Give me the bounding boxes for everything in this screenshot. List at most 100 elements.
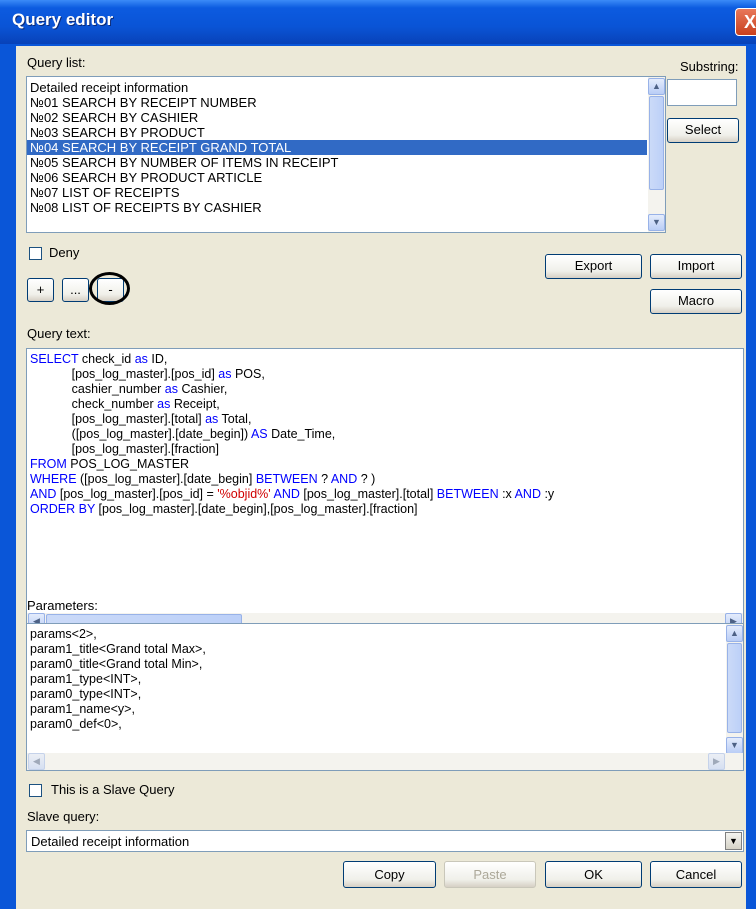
sql-text: check_number [30,397,158,411]
sql-keyword: as [134,352,148,366]
sql-keyword: WHERE [30,472,77,486]
query-list-item[interactable]: №05 SEARCH BY NUMBER OF ITEMS IN RECEIPT [27,155,647,170]
query-text-line: SELECT check_id as ID, [27,352,554,367]
sql-text: Total, [218,412,252,426]
dialog-body: Query list: Detailed receipt information… [16,46,746,909]
scroll-down-icon[interactable]: ▼ [726,737,743,754]
query-text-label: Query text: [27,326,91,341]
sql-keyword: as [157,397,171,411]
sql-text: [pos_log_master].[date_begin],[pos_log_m… [95,502,418,516]
query-editor-window: Query editor X Query list: Detailed rece… [0,0,756,909]
sql-keyword: AND [330,472,358,486]
scroll-up-icon[interactable]: ▲ [726,625,743,642]
query-list-label: Query list: [27,55,86,70]
slave-query-select[interactable]: Detailed receipt information ▼ [26,830,744,852]
query-list-item[interactable]: Detailed receipt information [27,80,647,95]
parameters-vscrollbar[interactable]: ▲ ▼ [726,624,743,755]
window-title: Query editor [12,10,114,29]
sql-keyword: AND [273,487,300,501]
parameter-line: param1_name<y>, [30,702,135,716]
sql-keyword: as [205,412,219,426]
parameter-line: param0_type<INT>, [30,687,142,701]
sql-keyword: BETWEEN [436,487,499,501]
sql-keyword: AND [514,487,541,501]
sql-keyword: as [164,382,178,396]
query-text-line: check_number as Receipt, [27,397,554,412]
scroll-thumb[interactable] [649,96,664,190]
query-list[interactable]: Detailed receipt information №01 SEARCH B… [26,76,666,233]
close-button[interactable]: X [735,8,756,36]
query-text-line: AND [pos_log_master].[pos_id] = '%objid%… [27,487,554,502]
edit-query-button[interactable]: ... [62,278,89,302]
sql-text: :y [540,487,555,501]
sql-text: POS, [231,367,265,381]
sql-keyword: as [218,367,232,381]
deny-checkbox[interactable] [29,247,42,260]
parameter-line: param0_title<Grand total Min>, [30,657,203,671]
parameter-line: params<2>, [30,627,97,641]
chevron-down-icon[interactable]: ▼ [725,832,742,850]
query-list-scrollbar[interactable]: ▲ ▼ [648,77,665,232]
sql-text: ([pos_log_master].[date_begin] [76,472,256,486]
scroll-thumb[interactable] [727,643,742,733]
query-text-line: [pos_log_master].[fraction] [27,442,554,457]
add-query-button[interactable]: + [27,278,54,302]
scroll-down-icon[interactable]: ▼ [648,214,665,231]
sql-keyword: SELECT [30,352,79,366]
sql-keyword: ORDER BY [30,502,96,516]
sql-text: ID, [147,352,168,366]
sql-text: [pos_log_master].[pos_id] [30,367,219,381]
query-list-item[interactable]: №07 LIST OF RECEIPTS [27,185,647,200]
query-text-line: FROM POS_LOG_MASTER [27,457,554,472]
slave-query-label: Slave query: [27,809,100,824]
query-text-line: ORDER BY [pos_log_master].[date_begin],[… [27,502,554,517]
sql-text: [pos_log_master].[fraction] [30,442,219,456]
select-button[interactable]: Select [667,118,739,143]
parameter-line: param0_def<0>, [30,717,122,731]
sql-string: '%objid%' [217,487,271,501]
sql-text: check_id [78,352,135,366]
sql-text: :x [498,487,515,501]
sql-text: [pos_log_master].[total] [299,487,437,501]
parameters-hscrollbar[interactable]: ◀ ▶ [27,753,743,770]
slave-query-selected-value: Detailed receipt information [31,834,190,849]
slave-query-checkbox[interactable] [29,784,42,797]
scroll-left-icon[interactable]: ◀ [28,753,45,770]
parameters-editor[interactable]: params<2>, param1_title<Grand total Max>,… [26,623,744,771]
substring-label: Substring: [680,59,739,74]
cancel-button[interactable]: Cancel [650,861,742,888]
sql-text: ([pos_log_master].[date_begin]) [30,427,251,441]
scroll-right-icon[interactable]: ▶ [708,753,725,770]
export-button[interactable]: Export [545,254,642,279]
query-text-editor[interactable]: SELECT check_id as ID, [pos_log_master].… [26,348,744,631]
parameter-line: param1_title<Grand total Max>, [30,642,206,656]
query-text-line: ([pos_log_master].[date_begin]) AS Date_… [27,427,554,442]
query-list-item[interactable]: №02 SEARCH BY CASHIER [27,110,647,125]
sql-text: Receipt, [170,397,220,411]
paste-button: Paste [444,861,536,888]
scroll-up-icon[interactable]: ▲ [648,78,665,95]
copy-button[interactable]: Copy [343,861,436,888]
ok-button[interactable]: OK [545,861,642,888]
sql-text: Cashier, [177,382,228,396]
macro-button[interactable]: Macro [650,289,742,314]
sql-text: POS_LOG_MASTER [66,457,190,471]
query-list-item[interactable]: №03 SEARCH BY PRODUCT [27,125,647,140]
query-list-item[interactable]: №08 LIST OF RECEIPTS BY CASHIER [27,200,647,215]
sql-text: ? [317,472,331,486]
query-list-item[interactable]: №06 SEARCH BY PRODUCT ARTICLE [27,170,647,185]
parameters-label: Parameters: [27,598,98,613]
sql-text: ? ) [357,472,376,486]
query-list-item[interactable]: №01 SEARCH BY RECEIPT NUMBER [27,95,647,110]
sql-text: Date_Time, [267,427,336,441]
substring-input[interactable] [667,79,737,106]
import-button[interactable]: Import [650,254,742,279]
sql-text: [pos_log_master].[pos_id] = [56,487,218,501]
deny-label: Deny [49,245,80,260]
query-text-line: [pos_log_master].[total] as Total, [27,412,554,427]
title-bar[interactable]: Query editor X [0,0,756,44]
query-text-line: WHERE ([pos_log_master].[date_begin] BET… [27,472,554,487]
query-list-item[interactable]: №04 SEARCH BY RECEIPT GRAND TOTAL [27,140,647,155]
query-text-line: cashier_number as Cashier, [27,382,554,397]
sql-text: cashier_number [30,382,165,396]
